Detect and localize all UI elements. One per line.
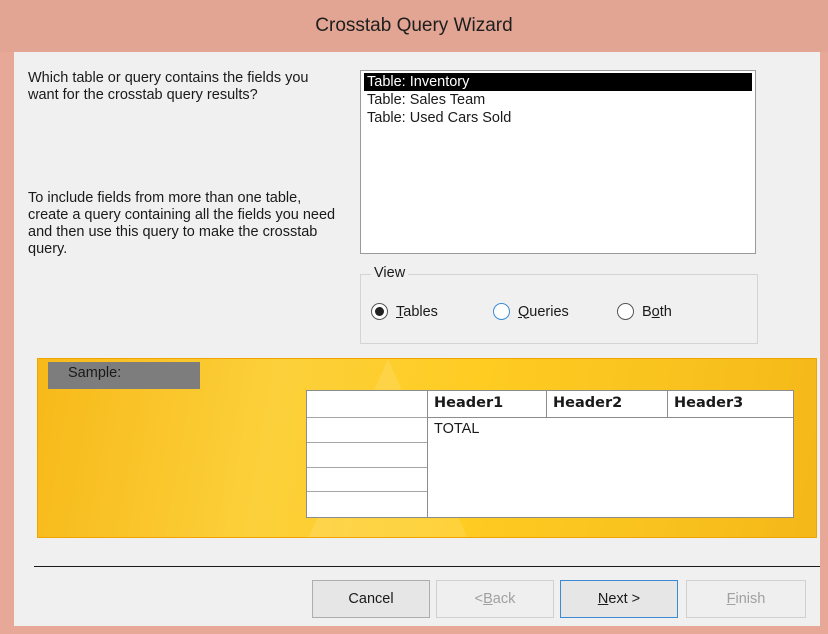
- radio-queries[interactable]: Queries: [493, 303, 569, 320]
- radio-checked-icon: [371, 303, 388, 320]
- wizard-body: Which table or query contains the fields…: [14, 52, 820, 626]
- question-text: Which table or query contains the fields…: [28, 70, 309, 103]
- radio-unchecked-icon: [617, 303, 634, 320]
- radio-both-label: Both: [642, 303, 672, 320]
- sample-grid: Header1 Header2 Header3 TOTAL: [306, 390, 794, 518]
- column-header-2: Header2: [547, 391, 668, 418]
- radio-queries-label: Queries: [518, 303, 569, 320]
- list-item-sales-team[interactable]: Table: Sales Team: [364, 91, 752, 109]
- view-legend: View: [371, 265, 409, 281]
- sample-preview: Sample: Header1 Header2 Header3 TOTAL: [37, 358, 817, 538]
- sample-label: Sample:: [48, 362, 200, 389]
- row-header-cell: [307, 468, 427, 492]
- back-button[interactable]: < Back: [436, 580, 554, 618]
- title-bar[interactable]: Crosstab Query Wizard: [0, 0, 828, 52]
- table-query-list[interactable]: Table: Inventory Table: Sales Team Table…: [360, 70, 756, 254]
- column-header-3: Header3: [668, 391, 793, 418]
- wizard-window: Crosstab Query Wizard Which table or que…: [0, 0, 828, 634]
- divider: [34, 566, 820, 567]
- radio-tables[interactable]: Tables: [371, 303, 438, 320]
- next-button[interactable]: Next >: [560, 580, 678, 618]
- row-header-cell: [307, 492, 427, 517]
- list-item-inventory[interactable]: Table: Inventory: [364, 73, 752, 91]
- cancel-button[interactable]: Cancel: [312, 580, 430, 618]
- row-header-cell: [307, 391, 427, 418]
- finish-button[interactable]: Finish: [686, 580, 806, 618]
- window-title: Crosstab Query Wizard: [315, 15, 513, 36]
- total-cell: TOTAL: [434, 421, 480, 437]
- row-header-cell: [307, 418, 427, 443]
- hint-text: To include fields from more than one tab…: [28, 190, 336, 257]
- radio-tables-label: Tables: [396, 303, 438, 320]
- radio-unchecked-icon: [493, 303, 510, 320]
- view-group: View Tables Queries Both: [360, 265, 758, 344]
- row-header-column: [307, 391, 428, 517]
- column-header-1: Header1: [428, 391, 547, 418]
- list-item-used-cars-sold[interactable]: Table: Used Cars Sold: [364, 109, 752, 127]
- radio-both[interactable]: Both: [617, 303, 672, 320]
- row-header-cell: [307, 443, 427, 468]
